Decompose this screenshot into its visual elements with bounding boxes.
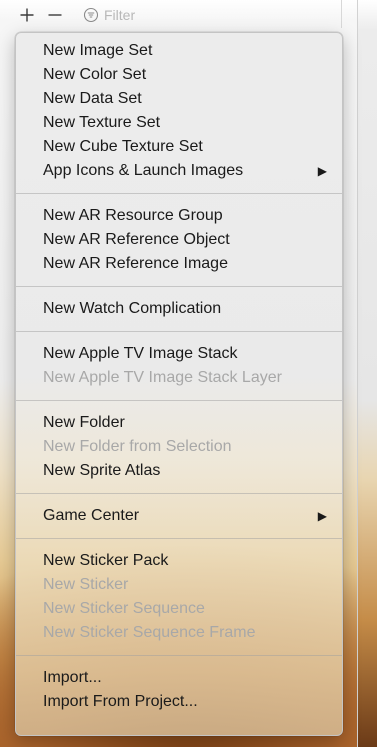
menu-item-new-image-set[interactable]: New Image Set [16, 39, 342, 63]
menu-item-new-folder[interactable]: New Folder [16, 411, 342, 435]
menu-item-new-watch-complication[interactable]: New Watch Complication [16, 297, 342, 321]
filter-icon [83, 7, 99, 23]
menu-separator [16, 493, 342, 494]
menu-separator [16, 655, 342, 656]
menu-item-new-sticker: New Sticker [43, 576, 129, 593]
menu-item-new-sprite-atlas[interactable]: New Sprite Atlas [16, 459, 342, 483]
remove-button[interactable] [43, 2, 67, 28]
menu-item-new-cube-texture-set[interactable]: New Cube Texture Set [16, 135, 342, 159]
menu-item-new-apple-tv-image-stack[interactable]: New Apple TV Image Stack [16, 342, 342, 366]
menu-item-new-apple-tv-image-stack-layer: New Apple TV Image Stack Layer [43, 369, 282, 386]
menu-item-import-from-project[interactable]: Import From Project... [16, 690, 342, 714]
toolbar-divider [341, 0, 342, 28]
context-menu: New Image Set New Color Set New Data Set… [15, 32, 343, 736]
menu-item-new-ar-reference-image[interactable]: New AR Reference Image [16, 252, 342, 276]
menu-item-app-icons-launch-images[interactable]: App Icons & Launch Images ▶ [16, 159, 342, 183]
menu-item-new-ar-resource-group[interactable]: New AR Resource Group [16, 204, 342, 228]
submenu-arrow-icon: ▶ [317, 509, 327, 523]
menu-separator [16, 538, 342, 539]
toolbar [0, 0, 340, 30]
menu-separator [16, 331, 342, 332]
submenu-arrow-icon: ▶ [317, 164, 327, 178]
menu-item-new-sticker-sequence: New Sticker Sequence [43, 600, 205, 617]
menu-item-game-center[interactable]: Game Center ▶ [16, 504, 342, 528]
menu-item-new-sticker-pack[interactable]: New Sticker Pack [16, 549, 342, 573]
menu-item-new-texture-set[interactable]: New Texture Set [16, 111, 342, 135]
menu-item-new-color-set[interactable]: New Color Set [16, 63, 342, 87]
menu-item-new-sticker-sequence-frame: New Sticker Sequence Frame [43, 624, 256, 641]
menu-separator [16, 286, 342, 287]
menu-item-label: App Icons & Launch Images [43, 162, 244, 179]
menu-item-new-ar-reference-object[interactable]: New AR Reference Object [16, 228, 342, 252]
menu-item-label: Game Center [43, 507, 140, 524]
menu-item-import[interactable]: Import... [16, 666, 342, 690]
plus-icon [20, 8, 34, 22]
minus-icon [48, 14, 62, 16]
window-edge [357, 0, 377, 747]
menu-separator [16, 400, 342, 401]
filter-input[interactable] [104, 7, 234, 23]
filter-field[interactable] [79, 5, 254, 25]
menu-item-new-folder-from-selection: New Folder from Selection [43, 438, 232, 455]
add-button[interactable] [15, 2, 39, 28]
menu-separator [16, 193, 342, 194]
menu-item-new-data-set[interactable]: New Data Set [16, 87, 342, 111]
